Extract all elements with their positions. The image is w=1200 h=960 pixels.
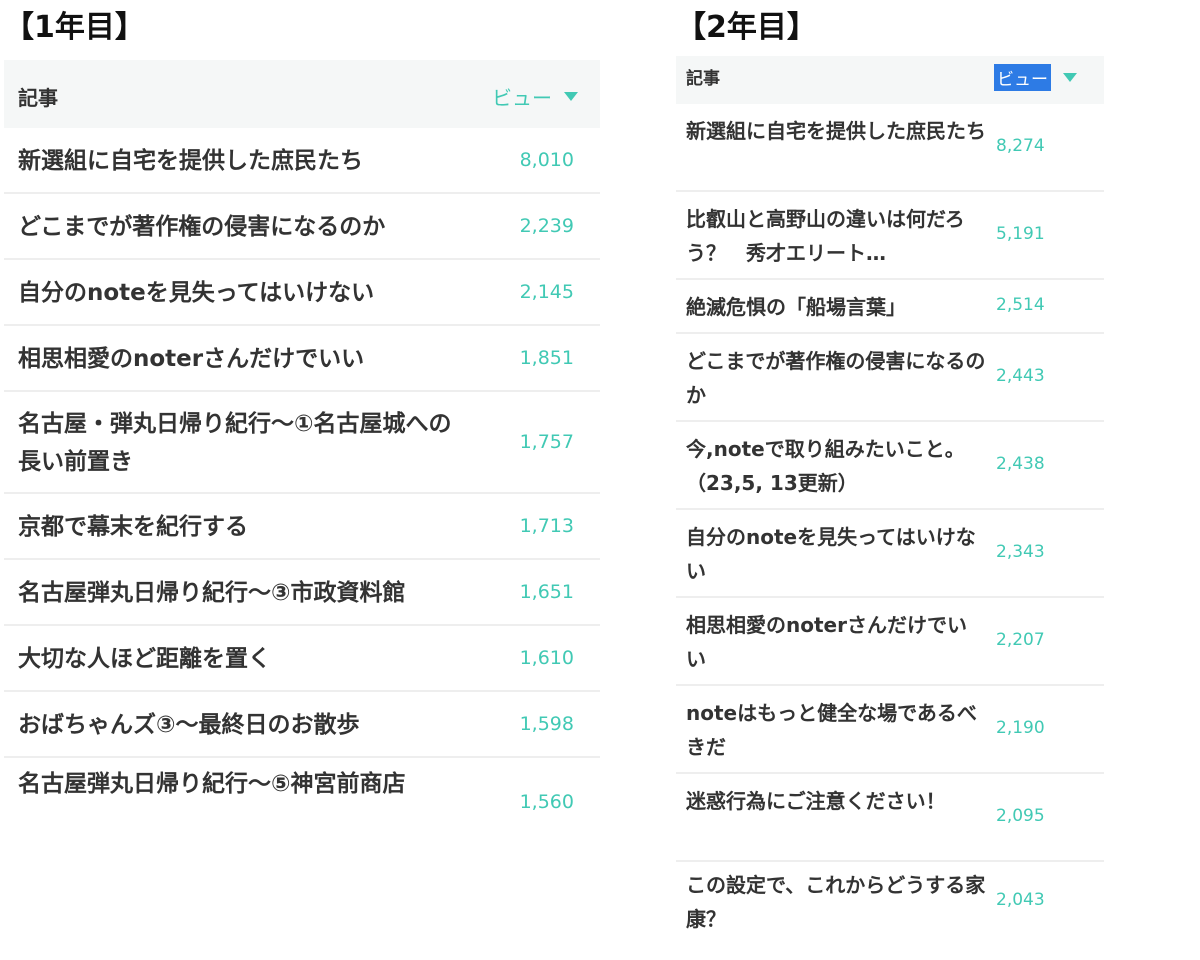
view-count: 1,651 bbox=[519, 581, 574, 603]
article-title-link[interactable]: 京都で幕末を紀行する bbox=[18, 508, 458, 546]
table-row[interactable]: 迷惑行為にご注意ください！ 2,095 bbox=[676, 774, 1104, 862]
table-row[interactable]: おばちゃんズ③〜最終日のお散歩 1,598 bbox=[4, 692, 600, 758]
article-title-link[interactable]: 今,noteで取り組みたいこと。 （23,5, 13更新） bbox=[686, 432, 986, 500]
table-header: 記事 ビュー bbox=[676, 56, 1104, 104]
article-title-link[interactable]: 自分のnoteを見失ってはいけない bbox=[18, 274, 458, 312]
table-row[interactable]: 名古屋・弾丸日帰り紀行〜①名古屋城への長い前置き 1,757 bbox=[4, 392, 600, 494]
article-title-link[interactable]: おばちゃんズ③〜最終日のお散歩 bbox=[18, 706, 458, 744]
column-header-article: 記事 bbox=[686, 69, 720, 89]
article-title-link[interactable]: 比叡山と高野山の違いは何だろう？ 秀才エリート… bbox=[686, 202, 986, 270]
article-title-link[interactable]: 絶滅危惧の「船場言葉」 bbox=[686, 290, 986, 324]
view-count: 2,145 bbox=[519, 281, 574, 303]
year1-stats-table: 記事 ビュー 新選組に自宅を提供した庶民たち 8,010 どこまでが著作権の侵害にな… bbox=[4, 60, 600, 820]
article-title-link[interactable]: どこまでが著作権の侵害になるのか bbox=[686, 344, 986, 412]
year2-heading: 【2年目】 bbox=[676, 10, 817, 45]
view-count: 2,095 bbox=[996, 806, 1045, 826]
table-row[interactable]: どこまでが著作権の侵害になるのか 2,443 bbox=[676, 334, 1104, 422]
table-row[interactable]: 大切な人ほど距離を置く 1,610 bbox=[4, 626, 600, 692]
view-count: 1,713 bbox=[519, 515, 574, 537]
article-title-link[interactable]: 名古屋・弾丸日帰り紀行〜①名古屋城への長い前置き bbox=[18, 405, 458, 481]
column-header-views-sort[interactable]: ビュー bbox=[490, 82, 578, 111]
view-count: 8,274 bbox=[996, 136, 1045, 156]
table-row[interactable]: この設定で、これからどうする家康？ 2,043 bbox=[676, 862, 1104, 940]
view-count: 2,207 bbox=[996, 630, 1045, 650]
column-header-article: 記事 bbox=[18, 86, 58, 110]
view-count: 1,598 bbox=[519, 713, 574, 735]
view-count: 2,239 bbox=[519, 215, 574, 237]
view-count: 1,610 bbox=[519, 647, 574, 669]
article-list: 新選組に自宅を提供した庶民たち 8,274 比叡山と高野山の違いは何だろう？ 秀才エ… bbox=[676, 104, 1104, 940]
article-title-link[interactable]: 自分のnoteを見失ってはいけない bbox=[686, 520, 986, 588]
view-count: 2,343 bbox=[996, 542, 1045, 562]
table-row[interactable]: どこまでが著作権の侵害になるのか 2,239 bbox=[4, 194, 600, 260]
caret-down-icon[interactable] bbox=[1063, 73, 1077, 82]
table-row[interactable]: 絶滅危惧の「船場言葉」 2,514 bbox=[676, 280, 1104, 334]
article-title-link[interactable]: 新選組に自宅を提供した庶民たち bbox=[686, 114, 986, 148]
article-title-link[interactable]: 新選組に自宅を提供した庶民たち bbox=[18, 142, 458, 180]
views-sort-label[interactable]: ビュー bbox=[490, 82, 554, 111]
view-count: 2,438 bbox=[996, 454, 1045, 474]
article-title-link[interactable]: 大切な人ほど距離を置く bbox=[18, 640, 458, 678]
view-count: 2,443 bbox=[996, 366, 1045, 386]
table-row[interactable]: 名古屋弾丸日帰り紀行〜③市政資料館 1,651 bbox=[4, 560, 600, 626]
view-count: 5,191 bbox=[996, 224, 1045, 244]
table-header: 記事 ビュー bbox=[4, 60, 600, 128]
article-list: 新選組に自宅を提供した庶民たち 8,010 どこまでが著作権の侵害になるのか 2,23… bbox=[4, 128, 600, 820]
table-row[interactable]: noteはもっと健全な場であるべきだ 2,190 bbox=[676, 686, 1104, 774]
year2-stats-table: 記事 ビュー 新選組に自宅を提供した庶民たち 8,274 比叡山と高野山の違いは何だ… bbox=[676, 56, 1104, 940]
article-title-link[interactable]: この設定で、これからどうする家康？ bbox=[686, 868, 986, 936]
article-title-link[interactable]: 名古屋弾丸日帰り紀行〜⑤神宮前商店 bbox=[18, 765, 458, 819]
views-sort-label[interactable]: ビュー bbox=[994, 64, 1051, 91]
view-count: 8,010 bbox=[519, 149, 574, 171]
table-row[interactable]: 自分のnoteを見失ってはいけない 2,343 bbox=[676, 510, 1104, 598]
table-row[interactable]: 比叡山と高野山の違いは何だろう？ 秀才エリート… 5,191 bbox=[676, 192, 1104, 280]
table-row[interactable]: 相思相愛のnoterさんだけでいい 1,851 bbox=[4, 326, 600, 392]
view-count: 1,560 bbox=[519, 791, 574, 813]
table-row[interactable]: 京都で幕末を紀行する 1,713 bbox=[4, 494, 600, 560]
table-row[interactable]: 名古屋弾丸日帰り紀行〜⑤神宮前商店 1,560 bbox=[4, 758, 600, 820]
year1-heading: 【1年目】 bbox=[4, 10, 145, 45]
caret-down-icon[interactable] bbox=[564, 92, 578, 101]
article-title-link[interactable]: 名古屋弾丸日帰り紀行〜③市政資料館 bbox=[18, 574, 458, 612]
article-title-link[interactable]: 相思相愛のnoterさんだけでいい bbox=[686, 608, 986, 676]
article-title-link[interactable]: どこまでが著作権の侵害になるのか bbox=[18, 208, 458, 246]
article-title-link[interactable]: noteはもっと健全な場であるべきだ bbox=[686, 696, 986, 764]
view-count: 2,190 bbox=[996, 718, 1045, 738]
view-count: 2,043 bbox=[996, 890, 1045, 910]
table-row[interactable]: 相思相愛のnoterさんだけでいい 2,207 bbox=[676, 598, 1104, 686]
table-row[interactable]: 新選組に自宅を提供した庶民たち 8,010 bbox=[4, 128, 600, 194]
column-header-views-sort[interactable]: ビュー bbox=[994, 64, 1077, 91]
article-title-link[interactable]: 相思相愛のnoterさんだけでいい bbox=[18, 340, 458, 378]
table-row[interactable]: 今,noteで取り組みたいこと。 （23,5, 13更新） 2,438 bbox=[676, 422, 1104, 510]
view-count: 1,851 bbox=[519, 347, 574, 369]
table-row[interactable]: 自分のnoteを見失ってはいけない 2,145 bbox=[4, 260, 600, 326]
table-row[interactable]: 新選組に自宅を提供した庶民たち 8,274 bbox=[676, 104, 1104, 192]
view-count: 1,757 bbox=[519, 431, 574, 453]
article-title-link[interactable]: 迷惑行為にご注意ください！ bbox=[686, 784, 986, 818]
view-count: 2,514 bbox=[996, 295, 1045, 315]
